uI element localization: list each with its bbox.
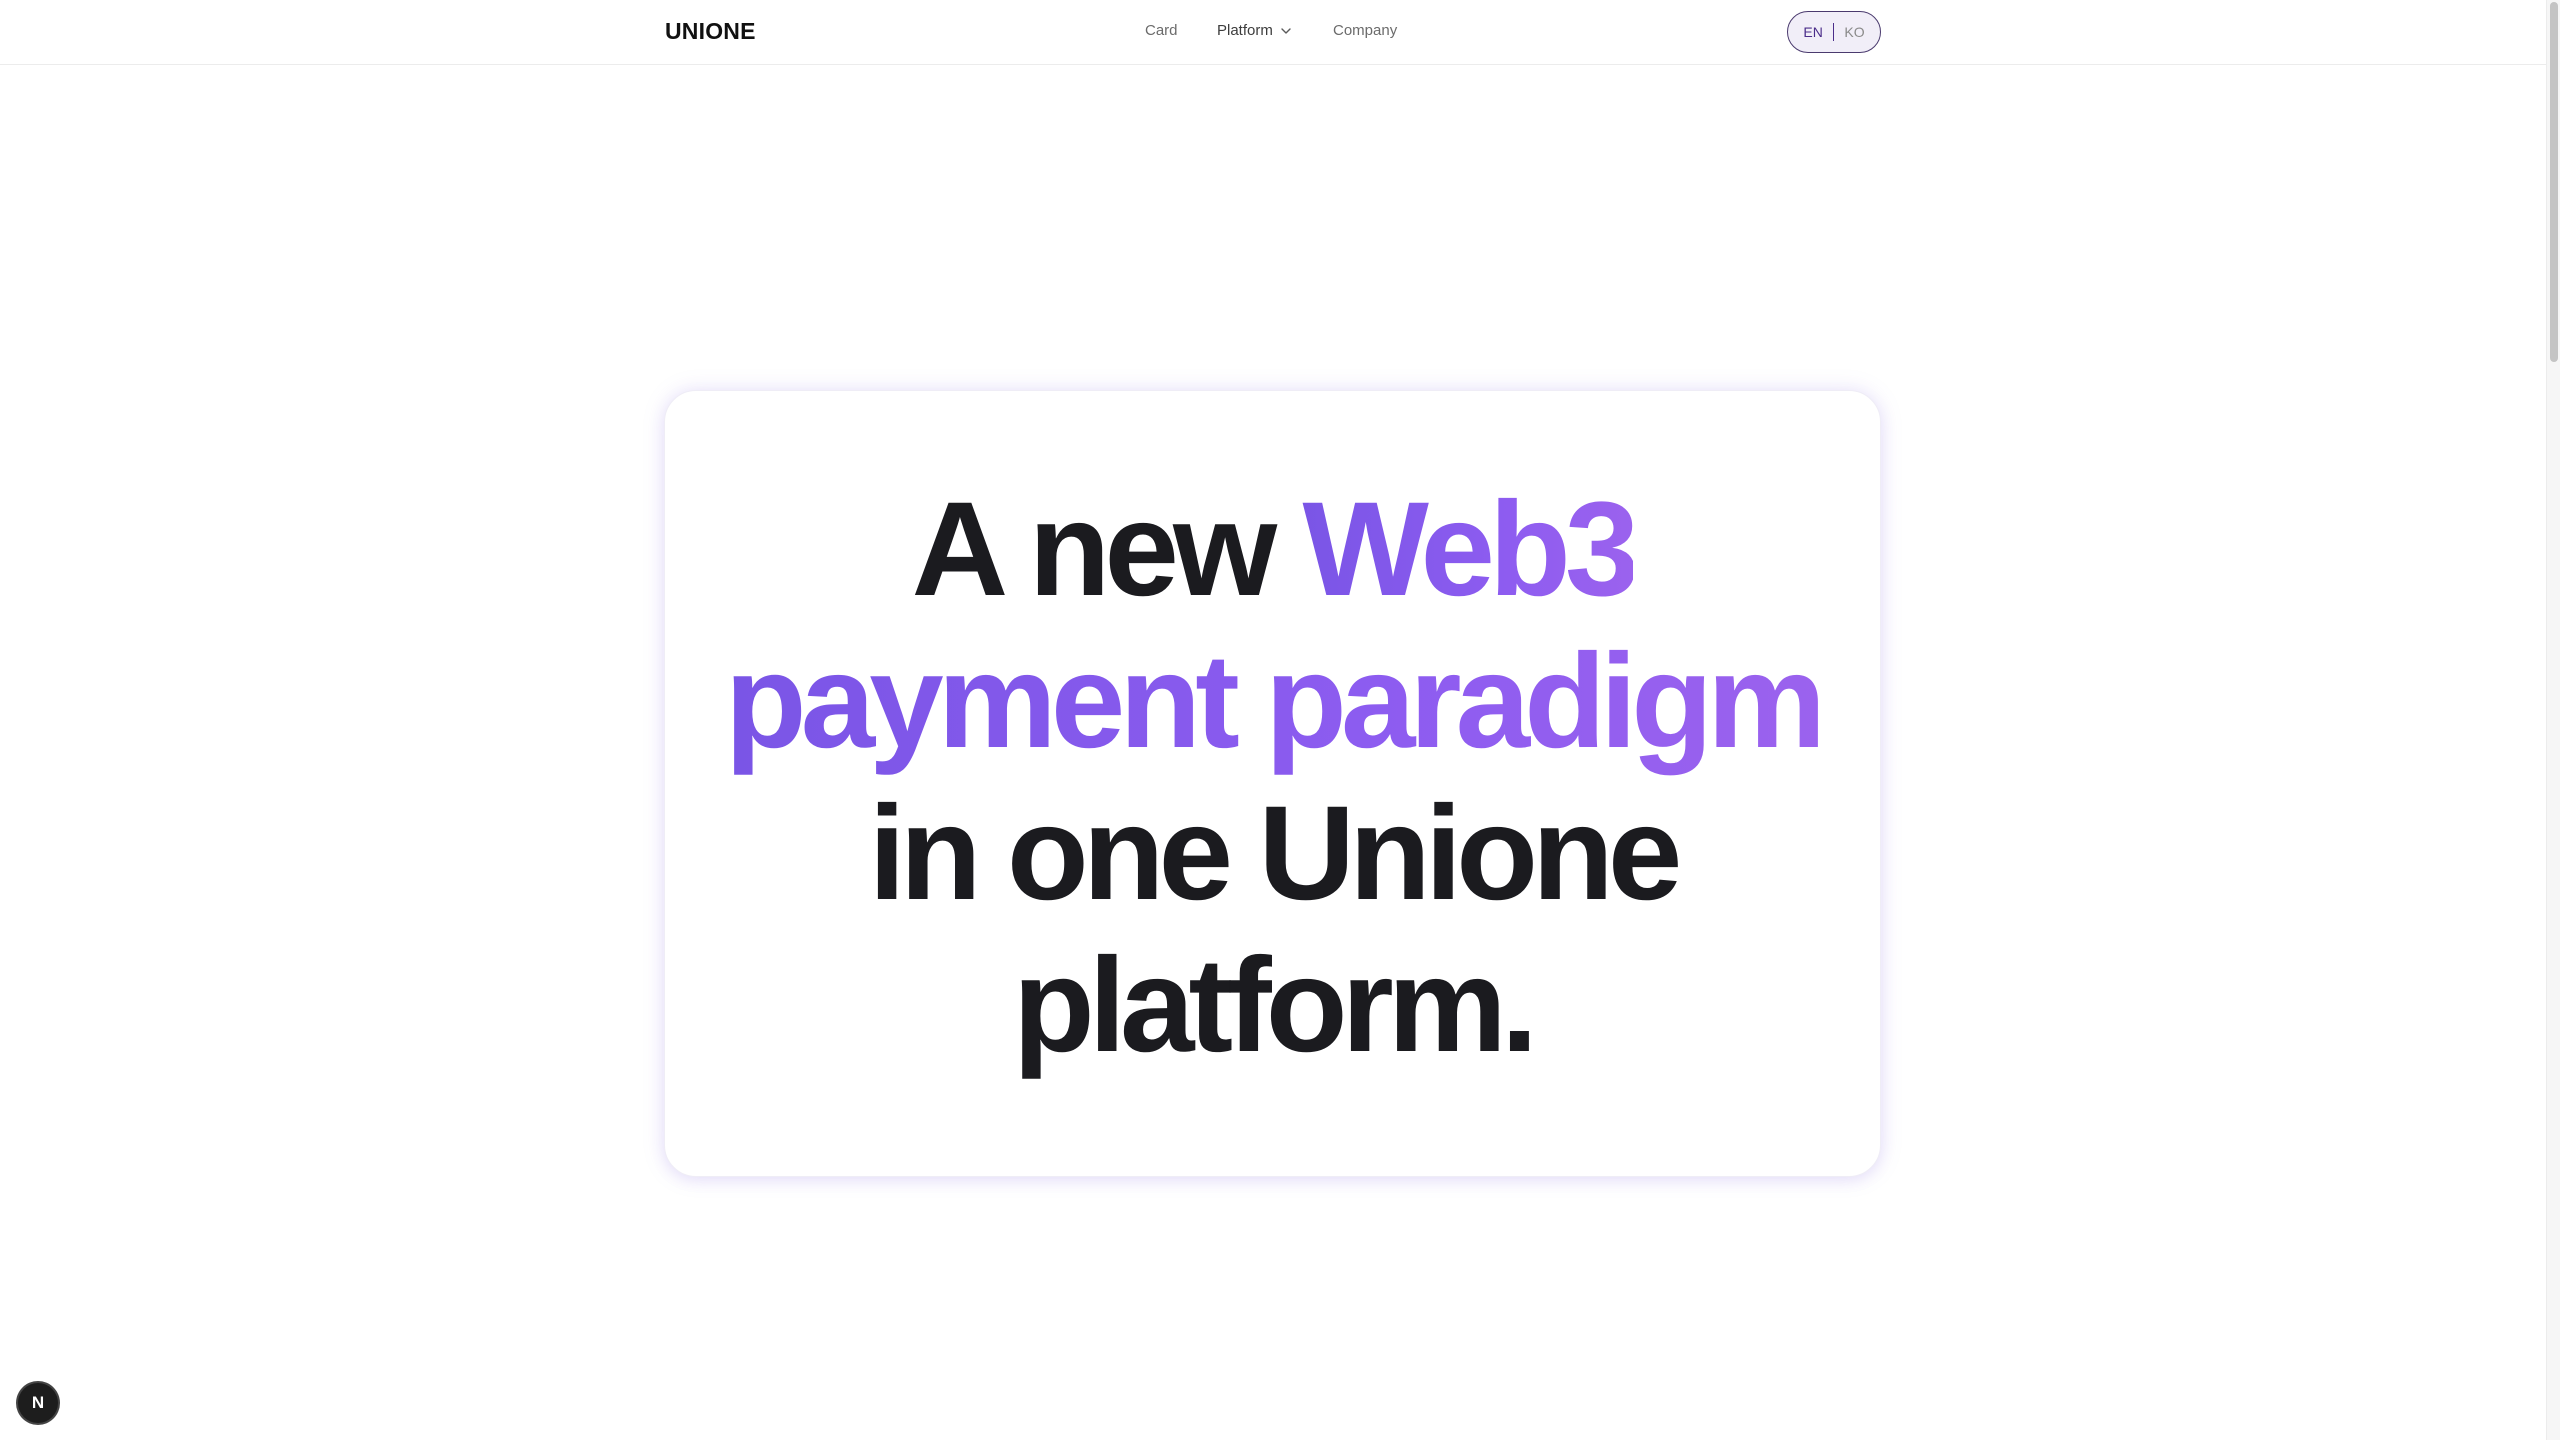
- nextjs-icon: N: [31, 1393, 45, 1412]
- main-nav: Card Platform Company: [0, 0, 2546, 64]
- nav-company-label: Company: [1333, 22, 1398, 39]
- hero-line3-plain: in one Unione: [868, 778, 1683, 928]
- chevron-down-icon: [1281, 27, 1291, 34]
- hero-line4-plain: platform.: [1012, 930, 1538, 1080]
- nav-company-link[interactable]: Company: [1333, 22, 1397, 39]
- hero-line1-plain: A new: [911, 474, 1303, 624]
- scrollbar-thumb[interactable]: [2550, 2, 2558, 362]
- language-switcher: EN KO: [1787, 11, 1881, 53]
- hero-line1-accent: Web3: [1302, 474, 1639, 624]
- nextjs-dev-badge[interactable]: N: [18, 1383, 58, 1423]
- nav-platform-label: Platform: [1217, 22, 1273, 39]
- lang-ko-button[interactable]: KO: [1844, 24, 1864, 40]
- hero-line2-accent: payment paradigm: [724, 626, 1826, 776]
- page: UNIONE Card Platform Company EN KO A new…: [0, 0, 2560, 1440]
- site-header: UNIONE Card Platform Company EN KO: [0, 0, 2546, 65]
- page-scrollbar[interactable]: [2546, 0, 2560, 1440]
- lang-en-button[interactable]: EN: [1803, 24, 1822, 40]
- hero-headline: A new Web3 payment paradigm in one Union…: [723, 474, 1826, 1082]
- hero-card: A new Web3 payment paradigm in one Union…: [664, 390, 1881, 1177]
- nav-card-label: Card: [1145, 22, 1178, 39]
- nav-platform-dropdown[interactable]: Platform: [1217, 22, 1293, 39]
- lang-divider: [1832, 23, 1835, 41]
- nav-card-link[interactable]: Card: [1145, 22, 1178, 39]
